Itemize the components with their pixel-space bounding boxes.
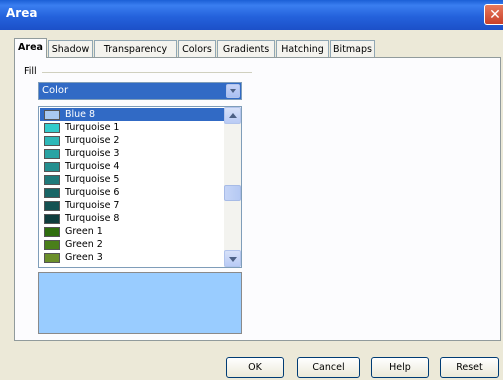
scroll-down-button[interactable] <box>224 250 241 267</box>
color-name: Turquoise 7 <box>65 200 120 211</box>
cancel-button[interactable]: Cancel <box>297 357 360 378</box>
list-item[interactable]: Turquoise 1 <box>40 121 224 134</box>
color-name: Turquoise 3 <box>65 148 120 159</box>
color-swatch <box>44 201 60 211</box>
color-name: Turquoise 2 <box>65 135 120 146</box>
tab-shadow[interactable]: Shadow <box>48 40 93 57</box>
close-icon: ✕ <box>489 7 501 23</box>
color-preview <box>38 272 242 334</box>
scroll-thumb[interactable] <box>224 185 241 201</box>
list-item[interactable]: Green 2 <box>40 238 224 251</box>
ok-button[interactable]: OK <box>226 357 284 378</box>
tab-bitmaps[interactable]: Bitmaps <box>330 40 375 57</box>
color-swatch <box>44 149 60 159</box>
tab-gradients[interactable]: Gradients <box>217 40 275 57</box>
color-list-scrollbar[interactable] <box>224 107 241 267</box>
list-item[interactable]: Turquoise 4 <box>40 160 224 173</box>
tab-hatching[interactable]: Hatching <box>276 40 329 57</box>
color-swatch <box>44 162 60 172</box>
chevron-down-icon <box>230 89 236 93</box>
dropdown-button[interactable] <box>226 84 240 98</box>
arrow-down-icon <box>229 257 237 262</box>
fill-type-select[interactable]: Color <box>38 82 242 100</box>
list-item[interactable]: Turquoise 7 <box>40 199 224 212</box>
color-swatch <box>44 227 60 237</box>
color-name: Turquoise 5 <box>65 174 120 185</box>
color-swatch <box>44 214 60 224</box>
list-item[interactable]: Turquoise 8 <box>40 212 224 225</box>
list-item[interactable]: Blue 8 <box>40 108 224 121</box>
list-item[interactable]: Turquoise 6 <box>40 186 224 199</box>
close-button[interactable]: ✕ <box>484 4 503 25</box>
list-item[interactable]: Turquoise 3 <box>40 147 224 160</box>
list-item[interactable]: Turquoise 5 <box>40 173 224 186</box>
tab-colors[interactable]: Colors <box>178 40 216 57</box>
color-swatch <box>44 240 60 250</box>
color-swatch <box>44 253 60 263</box>
color-name: Green 3 <box>65 252 103 263</box>
area-dialog: Area ✕ Area Shadow Transparency Colors G… <box>0 0 503 380</box>
list-item[interactable]: Green 3 <box>40 251 224 264</box>
fill-label: Fill <box>24 66 40 77</box>
tab-area[interactable]: Area <box>14 38 47 58</box>
color-name: Turquoise 4 <box>65 161 120 172</box>
color-swatch <box>44 123 60 133</box>
color-swatch <box>44 136 60 146</box>
help-button[interactable]: Help <box>371 357 429 378</box>
fill-type-value: Color <box>42 85 69 96</box>
color-name: Turquoise 6 <box>65 187 120 198</box>
color-list[interactable]: Blue 8 Turquoise 1 Turquoise 2 Turquoise 3 T… <box>38 106 242 268</box>
color-swatch <box>44 188 60 198</box>
color-name: Green 1 <box>65 226 103 237</box>
color-name: Turquoise 8 <box>65 213 120 224</box>
window-title: Area <box>6 6 38 20</box>
list-item[interactable]: Green 1 <box>40 225 224 238</box>
tab-transparency[interactable]: Transparency <box>94 40 177 57</box>
color-name: Turquoise 1 <box>65 122 120 133</box>
fill-group-separator <box>42 72 252 73</box>
title-bar[interactable]: Area ✕ <box>0 0 503 30</box>
color-swatch <box>44 175 60 185</box>
list-item[interactable]: Turquoise 2 <box>40 134 224 147</box>
arrow-up-icon <box>229 113 237 118</box>
scroll-up-button[interactable] <box>224 107 241 124</box>
color-name: Blue 8 <box>65 109 96 120</box>
reset-button[interactable]: Reset <box>440 357 499 378</box>
color-name: Green 2 <box>65 239 103 250</box>
color-swatch <box>44 110 60 120</box>
